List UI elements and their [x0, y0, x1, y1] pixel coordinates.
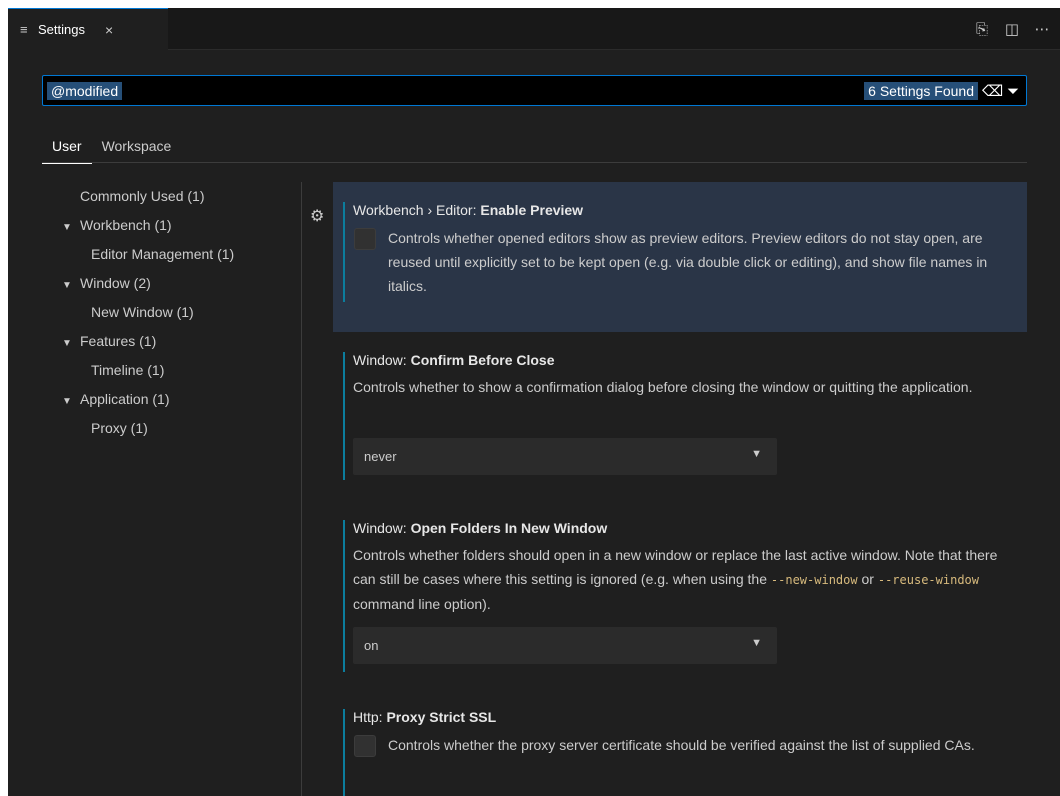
toc-item-label: Timeline (1) — [91, 362, 165, 378]
setting-open-folders-in-new-window[interactable]: Window: Open Folders In New Window Contr… — [333, 511, 1027, 681]
description-text: or — [857, 571, 878, 587]
toc-item-label: Application (1) — [80, 391, 170, 407]
setting-description: Controls whether folders should open in … — [353, 543, 1013, 616]
settings-toc: Commonly Used (1) ▼ Workbench (1) Editor … — [42, 182, 297, 443]
close-icon[interactable]: × — [105, 22, 113, 38]
settings-scope-tabs: User Workspace — [42, 132, 181, 164]
toc-item-editor-management[interactable]: Editor Management (1) — [42, 240, 297, 269]
setting-enable-preview[interactable]: Workbench › Editor: Enable Preview Contr… — [333, 182, 1027, 332]
setting-proxy-strict-ssl[interactable]: Http: Proxy Strict SSL Controls whether … — [333, 700, 1027, 796]
setting-name: Enable Preview — [480, 202, 584, 218]
inline-code: --new-window — [770, 573, 858, 587]
editor-tab-bar: ≡ Settings × ⎘ ◫ ⋯ — [8, 8, 1060, 50]
setting-description: Controls whether the proxy server certif… — [388, 737, 975, 753]
confirm-before-close-select[interactable]: never ▼ — [353, 438, 777, 475]
inline-code: --reuse-window — [877, 573, 979, 587]
select-value: on — [364, 638, 379, 653]
toc-item-label: Features (1) — [80, 333, 157, 349]
toc-item-label: Window (2) — [80, 275, 151, 291]
chevron-down-icon[interactable]: ▼ — [62, 387, 80, 416]
setting-name: Confirm Before Close — [410, 352, 555, 368]
setting-name: Open Folders In New Window — [410, 520, 608, 536]
toc-item-label: Workbench (1) — [80, 217, 172, 233]
settings-search-input[interactable]: @modified 6 Settings Found ⌫ ⏷ — [42, 75, 1027, 106]
modified-indicator — [343, 352, 345, 480]
setting-title: Workbench › Editor: Enable Preview — [353, 202, 583, 218]
chevron-down-icon[interactable]: ▼ — [62, 213, 80, 242]
toc-item-label: Commonly Used (1) — [80, 188, 205, 204]
setting-category: Workbench › Editor: — [353, 202, 481, 218]
open-folders-in-new-window-select[interactable]: on ▼ — [353, 627, 777, 664]
description-text: command line option). — [353, 596, 491, 612]
setting-category: Http: — [353, 709, 387, 725]
filter-icon[interactable]: ⏷ — [1004, 83, 1022, 100]
toc-item-application[interactable]: ▼ Application (1) — [42, 385, 297, 414]
toc-divider — [301, 182, 302, 796]
modified-indicator — [343, 709, 345, 796]
toc-item-timeline[interactable]: Timeline (1) — [42, 356, 297, 385]
enable-preview-checkbox[interactable] — [354, 228, 376, 250]
chevron-down-icon[interactable]: ▼ — [62, 271, 80, 300]
proxy-strict-ssl-checkbox[interactable] — [354, 735, 376, 757]
toc-item-features[interactable]: ▼ Features (1) — [42, 327, 297, 356]
toc-item-commonly-used[interactable]: Commonly Used (1) — [42, 182, 297, 211]
select-value: never — [364, 449, 397, 464]
setting-name: Proxy Strict SSL — [386, 709, 497, 725]
divider — [42, 162, 1027, 163]
setting-category: Window: — [353, 520, 411, 536]
result-count: 6 Settings Found — [864, 82, 978, 100]
modified-indicator — [343, 520, 345, 672]
chevron-down-icon[interactable]: ▼ — [62, 329, 80, 358]
tab-workspace[interactable]: Workspace — [92, 132, 182, 164]
search-query[interactable]: @modified — [47, 82, 123, 100]
split-editor-icon[interactable]: ◫ — [1002, 20, 1022, 38]
tab-label: Settings — [38, 22, 85, 37]
gear-icon[interactable]: ⚙ — [310, 206, 324, 226]
setting-description: Controls whether to show a confirmation … — [353, 379, 973, 395]
setting-confirm-before-close[interactable]: Window: Confirm Before Close Controls wh… — [333, 343, 1027, 488]
setting-category: Window: — [353, 352, 411, 368]
setting-title: Window: Open Folders In New Window — [353, 520, 607, 536]
more-actions-icon[interactable]: ⋯ — [1032, 20, 1052, 38]
tab-settings[interactable]: ≡ Settings × — [8, 8, 168, 50]
toc-item-new-window[interactable]: New Window (1) — [42, 298, 297, 327]
chevron-down-icon: ▼ — [751, 637, 762, 649]
settings-lines-icon: ≡ — [20, 22, 28, 37]
setting-description: Controls whether opened editors show as … — [388, 230, 988, 294]
toc-item-label: Proxy (1) — [91, 420, 148, 436]
toc-item-workbench[interactable]: ▼ Workbench (1) — [42, 211, 297, 240]
open-settings-json-icon[interactable]: ⎘ — [972, 21, 992, 38]
toc-item-label: Editor Management (1) — [91, 246, 235, 262]
settings-editor: ≡ Settings × ⎘ ◫ ⋯ @modified 6 Settings … — [8, 8, 1060, 796]
clear-filter-icon[interactable]: ⌫ — [982, 82, 1003, 100]
toc-item-label: New Window (1) — [91, 304, 194, 320]
toc-item-window[interactable]: ▼ Window (2) — [42, 269, 297, 298]
editor-actions: ⎘ ◫ ⋯ — [972, 8, 1052, 50]
search-actions: 6 Settings Found ⌫ ⏷ — [864, 79, 1022, 103]
setting-title: Http: Proxy Strict SSL — [353, 709, 496, 725]
toc-item-proxy[interactable]: Proxy (1) — [42, 414, 297, 443]
setting-title: Window: Confirm Before Close — [353, 352, 555, 368]
tab-user[interactable]: User — [42, 132, 92, 164]
modified-indicator — [343, 202, 345, 302]
chevron-down-icon: ▼ — [751, 448, 762, 460]
